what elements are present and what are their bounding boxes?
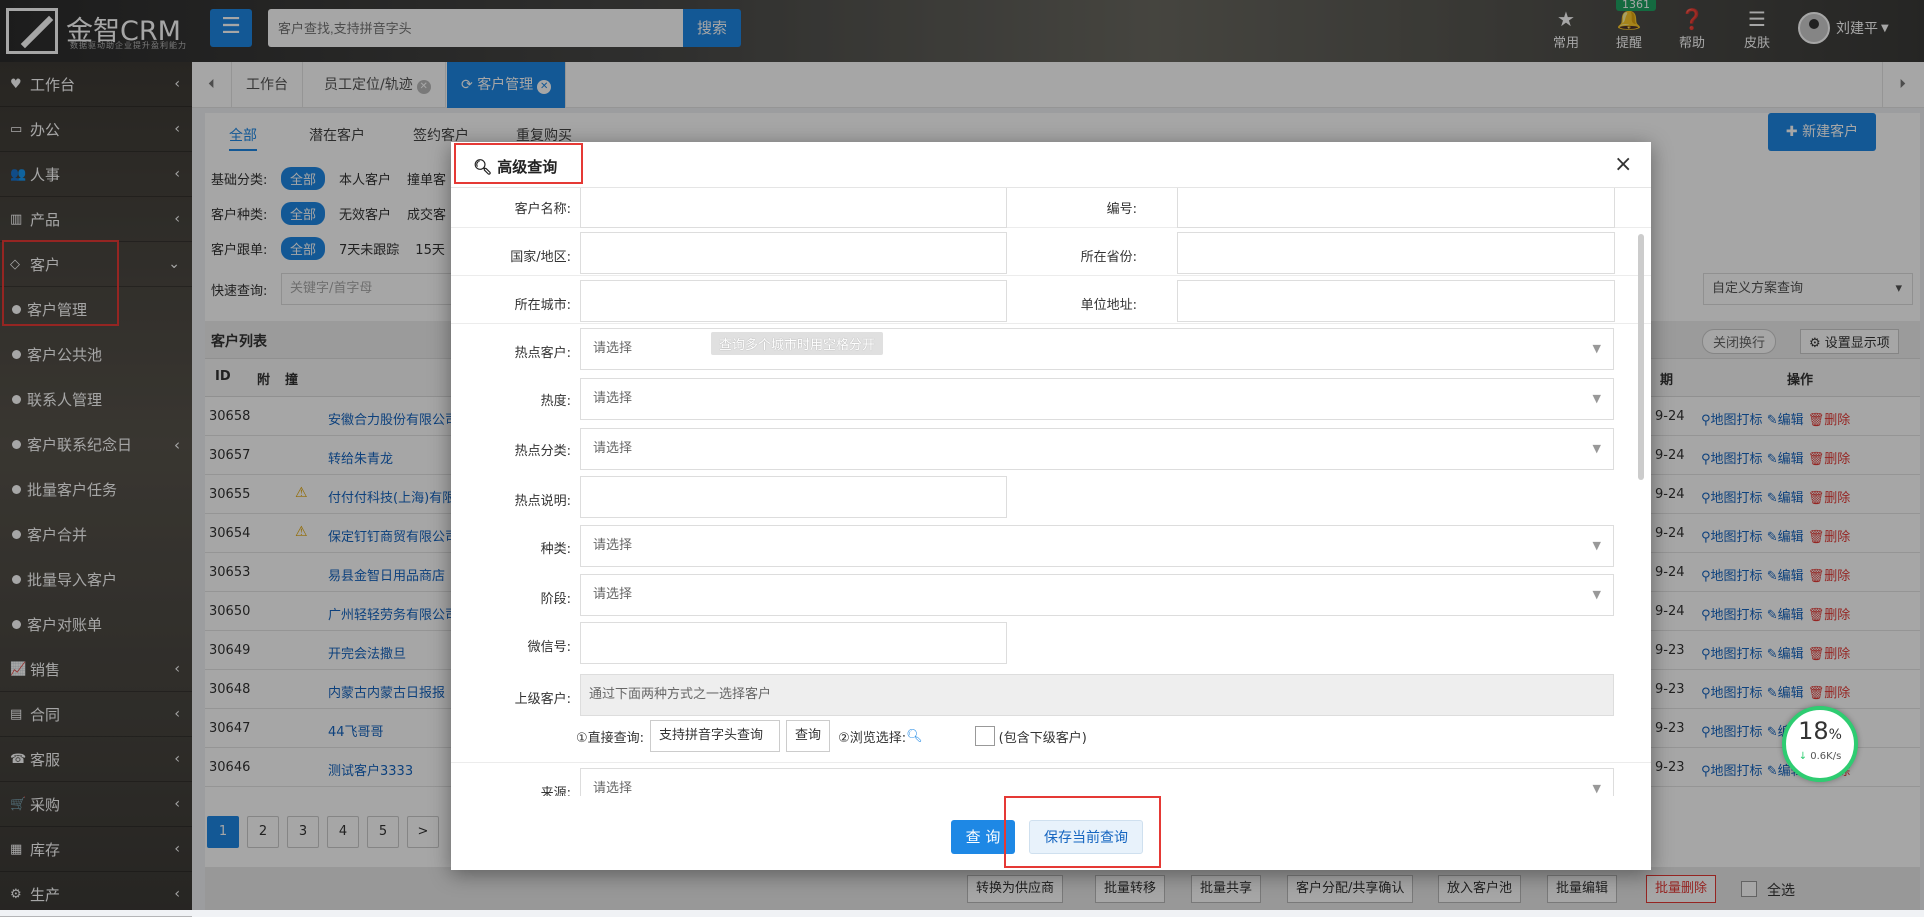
- field-label: 客户名称:: [514, 202, 571, 217]
- include-sub-label: (包含下级客户): [998, 730, 1087, 746]
- kind-select[interactable]: 请选择 ▼: [580, 525, 1614, 567]
- advanced-query-modal: 🔍︎ 高级查询 × 客户名称: 编号: 国家/地区: 所在省份: 所在城市: 单…: [451, 142, 1651, 870]
- wechat-input[interactable]: [580, 622, 1007, 664]
- field-label: 热度:: [540, 394, 571, 409]
- form-divider: [451, 762, 1651, 763]
- highlight-frame: [1004, 796, 1161, 868]
- stage-select[interactable]: 请选择 ▼: [580, 574, 1614, 616]
- chevron-down-icon: ▼: [1592, 588, 1601, 601]
- highlight-frame: [454, 143, 583, 184]
- field-label: 上级客户:: [514, 692, 571, 707]
- parent-customer-display: 通过下面两种方式之一选择客户: [580, 674, 1614, 716]
- speed-rate: ↓ 0.6K/s: [1798, 751, 1842, 762]
- field-label: 所在省份:: [1080, 250, 1137, 265]
- network-speed-widget[interactable]: 18% ↓ 0.6K/s: [1782, 706, 1858, 782]
- field-label: 单位地址:: [1080, 298, 1137, 313]
- close-icon[interactable]: ×: [1614, 152, 1632, 177]
- select-placeholder: 请选择: [593, 341, 633, 356]
- chevron-down-icon: ▼: [1592, 442, 1601, 455]
- address-input[interactable]: [1177, 280, 1615, 322]
- direct-query-label: ①直接查询:: [576, 730, 645, 746]
- modal-body: 客户名称: 编号: 国家/地区: 所在省份: 所在城市: 单位地址: 热点客户:…: [451, 188, 1651, 796]
- select-placeholder: 请选择: [593, 391, 633, 406]
- chevron-down-icon: ▼: [1592, 539, 1601, 552]
- country-input[interactable]: [580, 232, 1007, 274]
- browse-select-label: ②浏览选择:: [838, 730, 907, 746]
- select-placeholder: 请选择: [593, 781, 633, 796]
- city-input[interactable]: [580, 280, 1007, 322]
- field-label: 微信号:: [527, 640, 571, 655]
- modal-scrollbar[interactable]: [1638, 234, 1644, 480]
- field-label: 热点说明:: [514, 494, 571, 509]
- hot-category-select[interactable]: 请选择 ▼: [580, 428, 1614, 470]
- arrow-down-icon: ↓: [1798, 751, 1811, 762]
- modal-header: 🔍︎ 高级查询 ×: [451, 142, 1651, 188]
- code-input[interactable]: [1177, 188, 1615, 228]
- customer-name-input[interactable]: [580, 188, 1007, 228]
- chevron-down-icon: ▼: [1592, 342, 1601, 355]
- select-placeholder: 请选择: [593, 587, 633, 602]
- parent-select-tools: ①直接查询: 支持拼音字头查询 查询 ②浏览选择: 🔍︎ (包含下级客户): [576, 720, 1087, 752]
- heat-select[interactable]: 请选择 ▼: [580, 378, 1614, 420]
- field-label: 阶段:: [540, 592, 571, 607]
- field-label: 种类:: [540, 542, 571, 557]
- hot-desc-input[interactable]: [580, 476, 1007, 518]
- chevron-down-icon: ▼: [1592, 392, 1601, 405]
- field-label: 热点分类:: [514, 444, 571, 459]
- field-label: 编号:: [1106, 202, 1137, 217]
- include-sub-checkbox[interactable]: [974, 726, 995, 746]
- direct-query-input[interactable]: 支持拼音字头查询: [650, 720, 781, 752]
- city-tooltip: 查询多个城市时用空格分开: [711, 332, 884, 355]
- source-select[interactable]: 请选择 ▼: [580, 768, 1614, 796]
- field-label: 来源:: [540, 786, 571, 796]
- field-label: 所在城市:: [514, 298, 571, 313]
- province-input[interactable]: [1177, 232, 1615, 274]
- field-label: 国家/地区:: [510, 250, 571, 265]
- select-placeholder: 请选择: [593, 538, 633, 553]
- direct-query-button[interactable]: 查询: [786, 720, 831, 752]
- speed-percent: 18%: [1798, 717, 1842, 745]
- magnifier-icon[interactable]: 🔍︎: [906, 729, 923, 744]
- chevron-down-icon: ▼: [1592, 782, 1601, 795]
- field-label: 热点客户:: [514, 346, 571, 361]
- select-placeholder: 请选择: [593, 441, 633, 456]
